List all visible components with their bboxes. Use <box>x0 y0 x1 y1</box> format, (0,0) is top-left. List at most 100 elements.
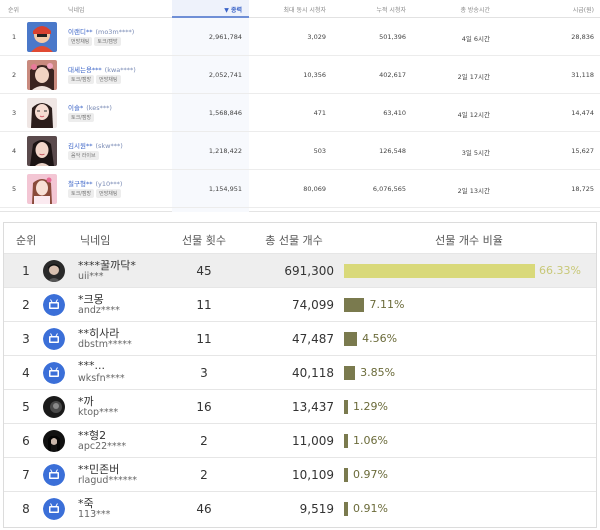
gift-count-cell: 16 <box>196 400 212 414</box>
gift-row[interactable]: 2 *크몽 andz**** 11 74,099 7.11% <box>4 287 596 321</box>
broadcaster-row[interactable]: 4 김시원** (skw***) 음악 라이브 1,218,422 503 126… <box>0 132 600 170</box>
broadcaster-id: (kwa****) <box>104 66 136 74</box>
broadcast-time-cell: 2일 17시간 <box>457 73 490 81</box>
total-gifts-cell: 9,519 <box>299 502 334 516</box>
gift-count-cell: 11 <box>196 332 212 346</box>
default-avatar-icon <box>43 498 65 520</box>
broadcaster-thumbnail[interactable] <box>27 22 57 52</box>
cumulative-viewers-cell: 6,076,565 <box>372 185 406 193</box>
power-cell: 2,961,784 <box>208 33 242 41</box>
rank-cell: 2 <box>22 298 30 312</box>
gift-row[interactable]: 1 ****꿀까닥* uii*** 45 691,300 66.33% <box>4 253 596 287</box>
category-tag[interactable]: 먼방채팅 <box>96 189 121 198</box>
category-tag[interactable]: 토크/캠방 <box>68 75 95 84</box>
category-tags: 토크/캠방 먼방채팅 <box>68 189 123 198</box>
total-gifts-cell: 11,009 <box>292 434 334 448</box>
rank-cell: 7 <box>22 468 30 482</box>
category-tag[interactable]: 먼방채팅 <box>96 75 121 84</box>
broadcaster-row[interactable]: 2 대세는용*** (kwa****) 토크/캠방 먼방채팅 2,052,741 1… <box>0 56 600 94</box>
category-tag[interactable]: 토크/캠방 <box>68 113 95 122</box>
header-rank: 순위 <box>16 234 37 247</box>
gift-ratio-bar <box>344 468 348 482</box>
gift-row[interactable]: 5 *까 ktop**** 16 13,437 1.29% <box>4 389 596 423</box>
total-gifts-cell: 10,109 <box>292 468 334 482</box>
broadcaster-nickname-line[interactable]: 이랜디** (mo3m****) <box>68 26 134 36</box>
gift-row[interactable]: 7 **민존버 rlagud****** 2 10,109 0.97% <box>4 457 596 491</box>
header-cumulative-viewers[interactable]: 누적 시청자 <box>330 5 406 14</box>
profile-image-icon <box>27 98 57 128</box>
fan-avatar[interactable] <box>43 362 65 384</box>
header-nickname: 닉네임 <box>80 234 111 247</box>
header-salary[interactable]: 시급(원) <box>500 5 594 14</box>
broadcaster-nickname-line[interactable]: 대세는용*** (kwa****) <box>68 64 136 74</box>
gift-ratio-bar <box>344 332 358 346</box>
category-tag[interactable]: 먼방채팅 <box>68 37 93 46</box>
max-concurrent-cell: 503 <box>313 147 326 155</box>
fan-id: 113*** <box>78 509 111 520</box>
gift-count-cell: 2 <box>200 434 208 448</box>
default-avatar-icon <box>43 362 65 384</box>
gift-row[interactable]: 6 **형2 apc22**** 2 11,009 1.06% <box>4 423 596 457</box>
total-gifts-cell: 13,437 <box>292 400 334 414</box>
gift-ratio-bar <box>344 502 348 516</box>
gift-ratio-label: 0.91% <box>353 502 388 515</box>
broadcaster-id: (skw***) <box>95 142 123 150</box>
broadcaster-thumbnail[interactable] <box>27 98 57 128</box>
category-tags: 음악 라이브 <box>68 151 101 160</box>
broadcaster-thumbnail[interactable] <box>27 60 57 90</box>
rank-cell: 5 <box>22 400 30 414</box>
gift-ratio-label: 4.56% <box>362 332 398 345</box>
broadcaster-row[interactable]: 1 이랜디** (mo3m****) 먼방채팅 토크/캠방 2,961,784 3,… <box>0 18 600 56</box>
header-nickname[interactable]: 닉네임 <box>68 5 85 14</box>
broadcaster-nickname-line[interactable]: 이슬* (kes***) <box>68 102 112 112</box>
gift-ratio-label: 0.97% <box>353 468 388 481</box>
category-tag[interactable]: 토크/캠방 <box>68 189 95 198</box>
gift-row[interactable]: 3 **히사라 dbstm***** 11 47,487 4.56% <box>4 321 596 355</box>
rank-cell: 5 <box>12 185 17 193</box>
broadcaster-nickname-line[interactable]: 철구형** (y10***) <box>68 178 122 188</box>
gift-ratio-label: 1.06% <box>353 434 388 447</box>
cumulative-viewers-cell: 63,410 <box>383 109 406 117</box>
header-broadcast-time[interactable]: 총 방송시간 <box>410 5 490 14</box>
broadcaster-nickname-line[interactable]: 김시원** (skw***) <box>68 140 123 150</box>
default-avatar-icon <box>43 294 65 316</box>
header-gift-count: 선물 횟수 <box>182 234 226 247</box>
rank-cell: 4 <box>12 147 17 155</box>
header-power-sort[interactable]: ▼ 종력 <box>175 5 242 14</box>
total-gifts-cell: 74,099 <box>292 298 334 312</box>
fan-avatar[interactable] <box>43 430 65 452</box>
category-tags: 토크/캠방 <box>68 113 96 122</box>
gift-count-cell: 46 <box>196 502 212 516</box>
fan-id: apc22**** <box>78 441 127 452</box>
fan-avatar[interactable] <box>43 396 65 418</box>
gift-count-cell: 3 <box>200 366 208 380</box>
profile-image-icon <box>27 136 57 166</box>
broadcaster-id: (mo3m****) <box>95 28 135 36</box>
gift-row[interactable]: 4 ***... wksfn**** 3 40,118 3.85% <box>4 355 596 389</box>
salary-cell: 18,725 <box>571 185 594 193</box>
broadcaster-row[interactable]: 3 이슬* (kes***) 토크/캠방 1,568,846 471 63,410… <box>0 94 600 132</box>
broadcast-time-cell: 2일 13시간 <box>457 187 490 195</box>
category-tag[interactable]: 토크/캠방 <box>94 37 121 46</box>
category-tag[interactable]: 음악 라이브 <box>68 151 99 160</box>
default-avatar-icon <box>43 328 65 350</box>
gift-count-cell: 11 <box>196 298 212 312</box>
fan-avatar[interactable] <box>43 260 65 282</box>
gift-ratio-bar <box>344 264 536 278</box>
total-gifts-cell: 47,487 <box>292 332 334 346</box>
profile-image-icon <box>27 174 57 204</box>
category-tags: 토크/캠방 먼방채팅 <box>68 75 123 84</box>
header-rank[interactable]: 순위 <box>8 5 19 14</box>
fan-avatar[interactable] <box>43 328 65 350</box>
fan-avatar[interactable] <box>43 498 65 520</box>
broadcaster-thumbnail[interactable] <box>27 174 57 204</box>
gift-row[interactable]: 8 *죽 113*** 46 9,519 0.91% <box>4 491 596 525</box>
broadcaster-row[interactable]: 5 철구형** (y10***) 토크/캠방 먼방채팅 1,154,951 80,0… <box>0 170 600 208</box>
broadcaster-ranking-panel: 순위 닉네임 ▼ 종력 최대 동시 시청자 누적 시청자 총 방송시간 시급(원… <box>0 0 600 212</box>
header-max-concurrent[interactable]: 최대 동시 시청자 <box>250 5 326 14</box>
fan-avatar[interactable] <box>43 464 65 486</box>
header-total-gifts: 총 선물 개수 <box>265 234 323 247</box>
broadcaster-thumbnail[interactable] <box>27 136 57 166</box>
fan-avatar[interactable] <box>43 294 65 316</box>
gift-ratio-bar <box>344 366 356 380</box>
